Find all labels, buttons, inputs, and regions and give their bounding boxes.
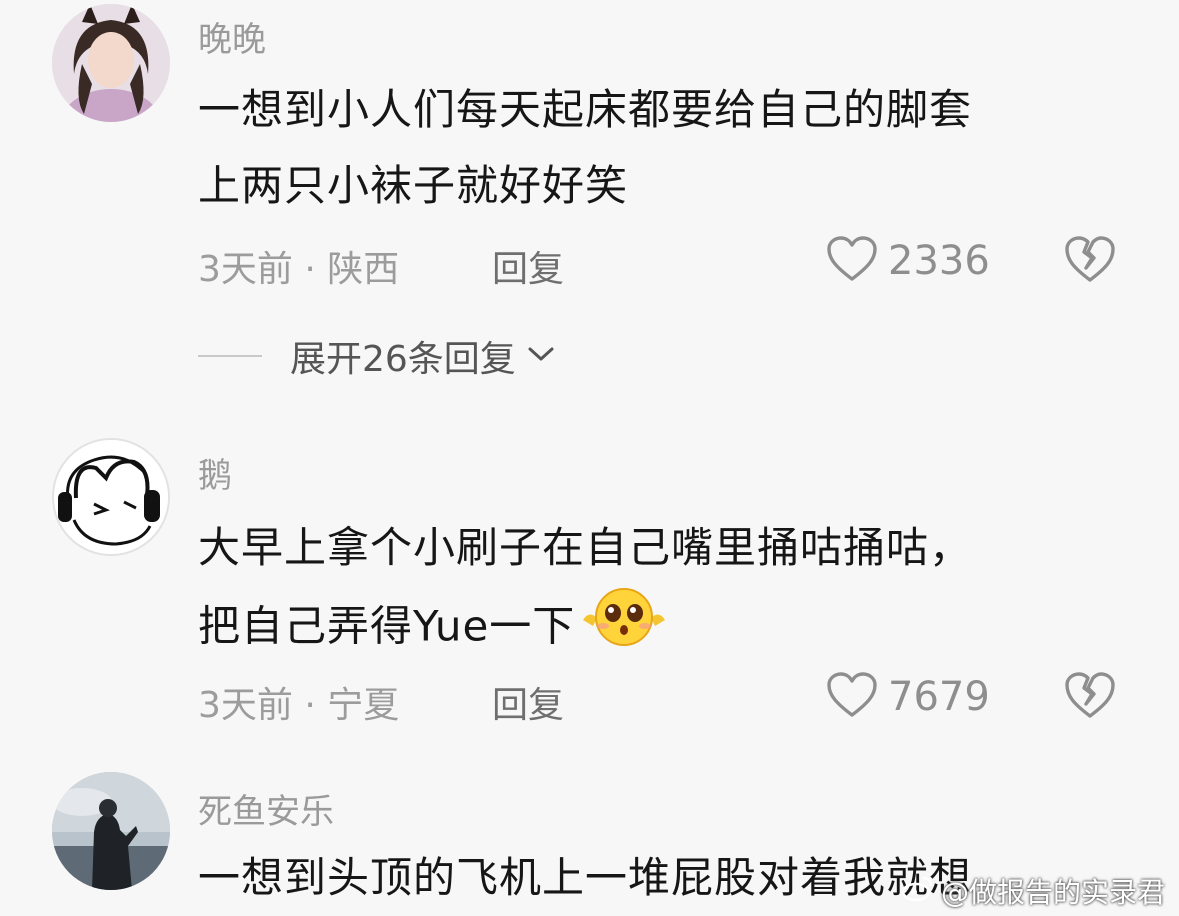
comment-text: 一想到小人们每天起床都要给自己的脚套 上两只小袜子就好好笑 <box>198 72 972 224</box>
avatar[interactable] <box>52 438 170 556</box>
reply-button[interactable]: 回复 <box>492 676 564 728</box>
broken-heart-icon <box>1064 236 1116 288</box>
like-count: 7679 <box>888 674 990 720</box>
like-button[interactable]: 7679 <box>826 670 990 724</box>
comment-text-line: 上两只小袜子就好好笑 <box>198 161 629 210</box>
expand-replies-button[interactable]: 展开26条回复 <box>198 330 556 382</box>
like-count: 2336 <box>888 238 990 284</box>
username[interactable]: 死鱼安乐 <box>198 784 334 833</box>
watermark: @做报告的实录君 <box>901 871 1165 911</box>
broken-heart-icon <box>1064 672 1116 724</box>
comment-meta: 3天前 · 宁夏 <box>198 685 400 726</box>
reply-button[interactable]: 回复 <box>492 240 564 292</box>
weibo-logo-icon <box>901 874 935 909</box>
comment-text-line: 一想到小人们每天起床都要给自己的脚套 <box>198 85 973 134</box>
dislike-button[interactable] <box>1064 670 1116 724</box>
avatar[interactable] <box>52 772 170 890</box>
heart-outline-icon <box>826 671 878 723</box>
chevron-down-icon <box>526 343 556 369</box>
pleading-face-emoji <box>579 586 669 672</box>
expand-replies-label: 展开26条回复 <box>290 339 516 380</box>
comment-text-line: 大早上拿个小刷子在自己嘴里捅咕捅咕， <box>198 523 973 572</box>
comment-meta: 3天前 · 陕西 <box>198 249 400 290</box>
heart-outline-icon <box>826 235 878 287</box>
watermark-text: @做报告的实录君 <box>940 876 1165 909</box>
comment-text-line: 把自己弄得Yue一下 <box>198 586 972 672</box>
comment-text-line-content: 把自己弄得Yue一下 <box>198 601 576 651</box>
like-button[interactable]: 2336 <box>826 234 990 288</box>
avatar[interactable] <box>52 4 170 122</box>
comment-text: 一想到头顶的飞机上一堆屁股对着我就想 <box>198 840 972 916</box>
comment-text: 大早上拿个小刷子在自己嘴里捅咕捅咕， 把自己弄得Yue一下 <box>198 510 972 672</box>
divider <box>198 355 262 357</box>
dislike-button[interactable] <box>1064 234 1116 288</box>
username[interactable]: 鹅 <box>198 448 232 497</box>
username[interactable]: 晚晚 <box>198 12 266 61</box>
comment-text-line: 一想到头顶的飞机上一堆屁股对着我就想 <box>198 853 973 902</box>
